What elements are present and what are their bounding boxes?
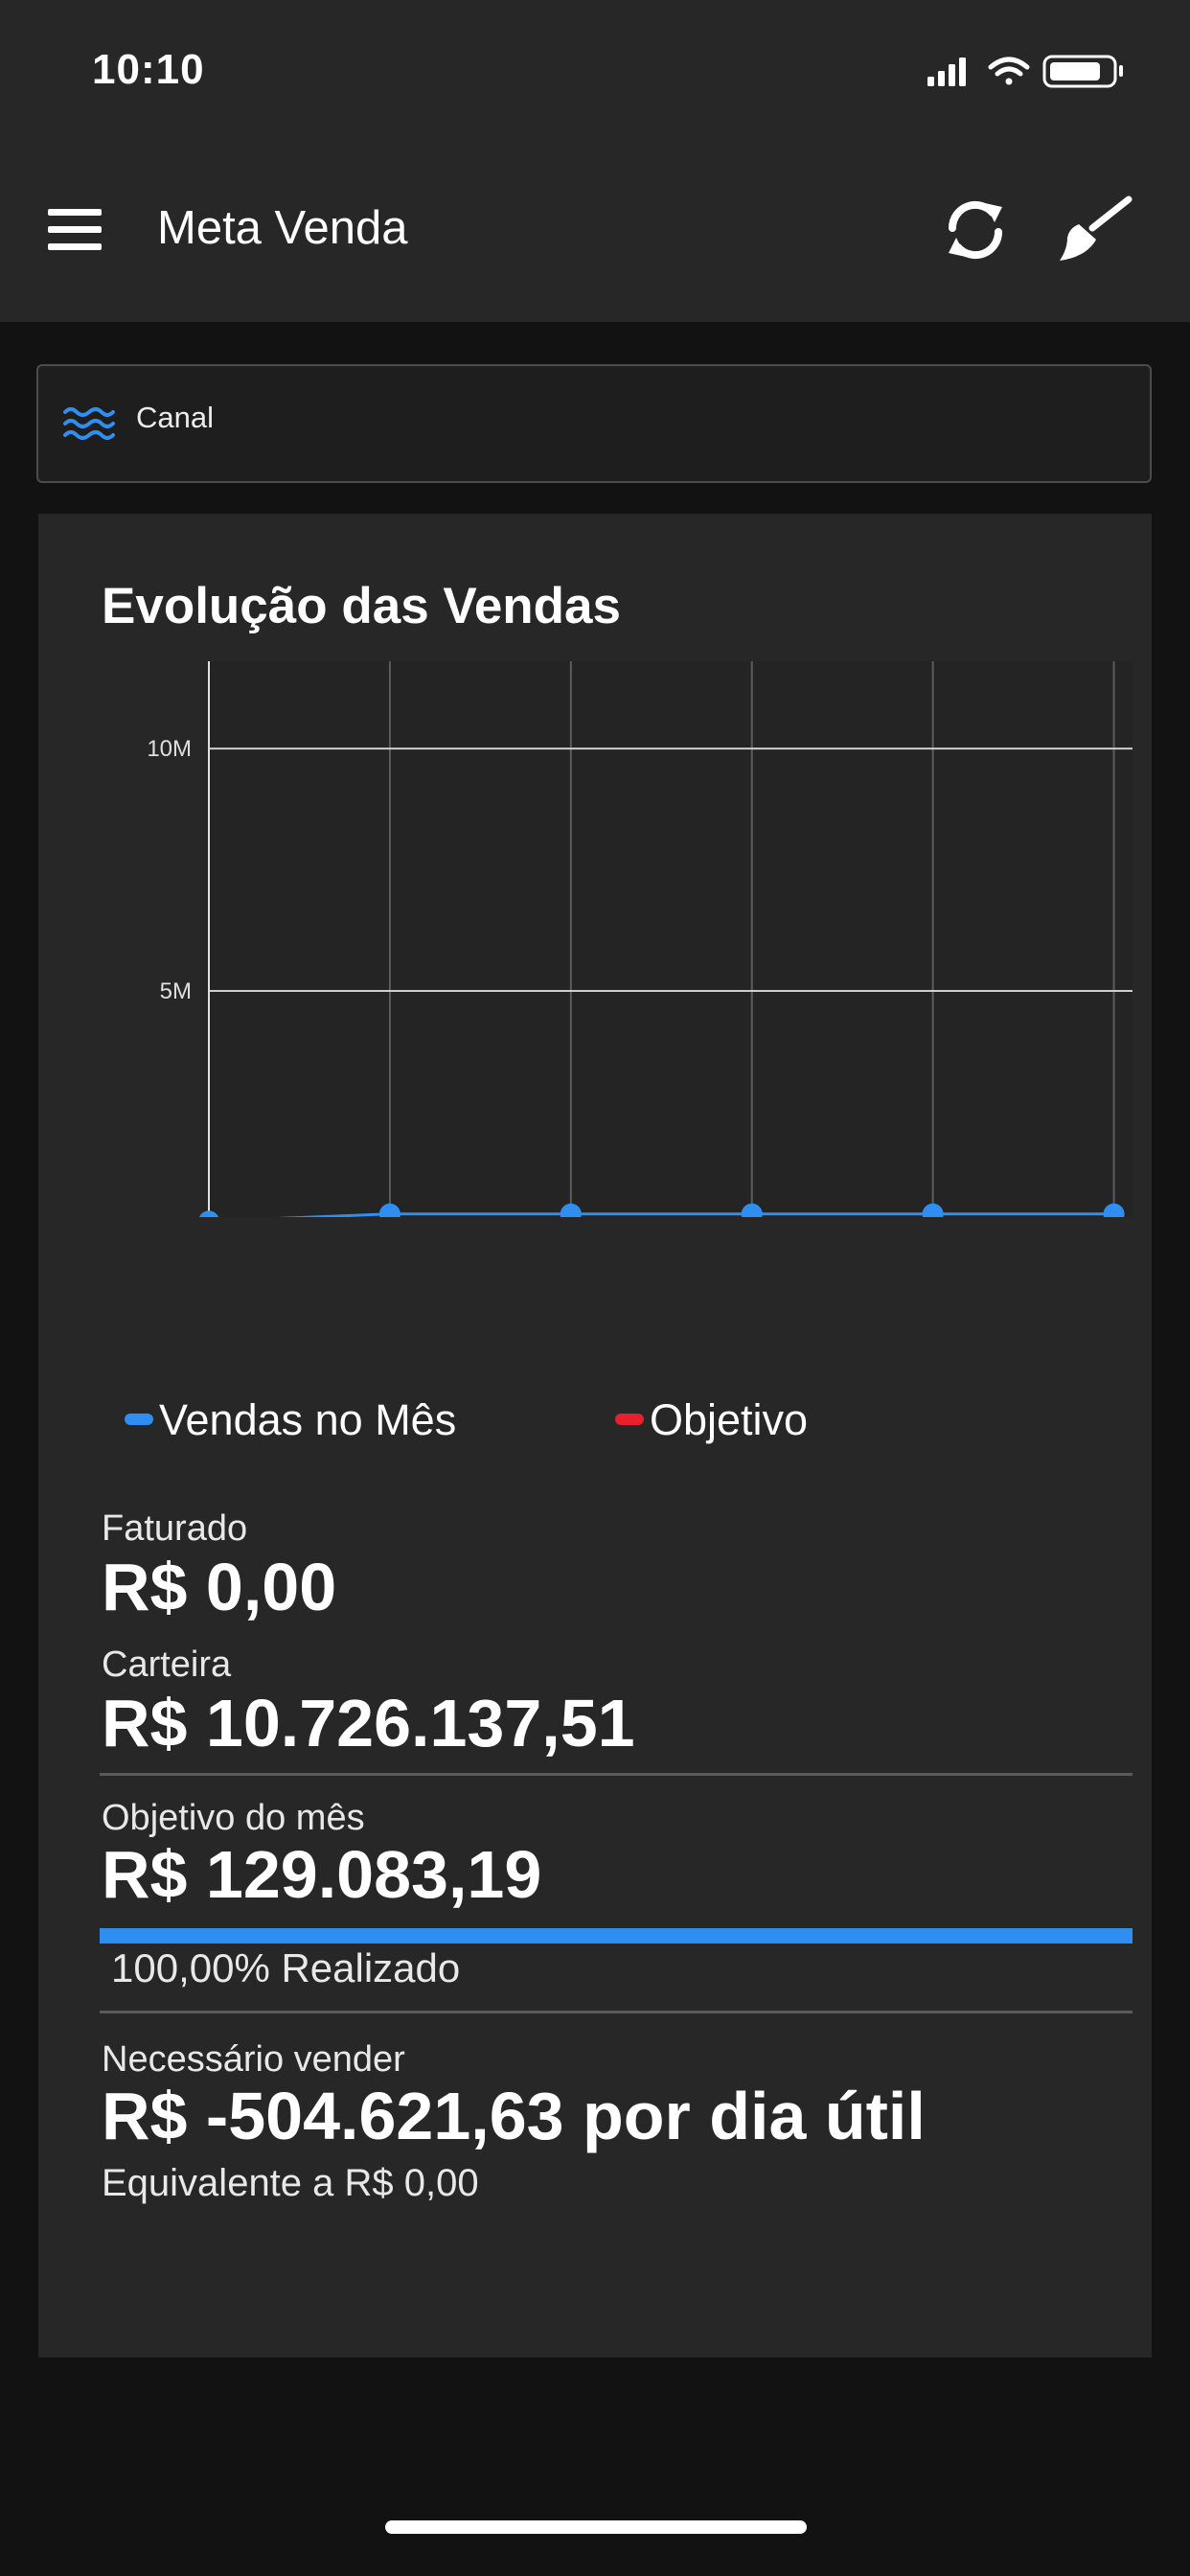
refresh-icon[interactable] (943, 197, 1008, 263)
status-icons (927, 55, 1123, 88)
wifi-icon (988, 57, 1030, 85)
waves-icon (63, 407, 115, 440)
home-indicator (385, 2520, 807, 2534)
status-bar: 10:10 (0, 0, 1190, 153)
plot-area (209, 661, 1133, 1217)
battery-icon (1042, 55, 1123, 88)
faturado-label: Faturado (102, 1508, 248, 1549)
legend-swatch-vendas (125, 1414, 153, 1426)
canal-label: Canal (136, 401, 214, 434)
necessario-sub: Equivalente a R$ 0,00 (102, 2162, 479, 2204)
divider (100, 1773, 1133, 1776)
objetivo-progress-fill (100, 1928, 1133, 1944)
objetivo-progress-bar (100, 1928, 1133, 1944)
legend-item-objetivo[interactable]: Objetivo (615, 1395, 808, 1445)
menu-icon[interactable] (48, 207, 102, 253)
legend-label-objetivo: Objetivo (650, 1395, 809, 1444)
y-tick-label: 10M (147, 736, 192, 762)
objetivo-value: R$ 129.083,19 (102, 1837, 542, 1912)
canal-filter[interactable]: Canal (36, 364, 1152, 483)
chart-title: Evolução das Vendas (102, 578, 622, 634)
sales-card: Evolução das Vendas l234565M10M Vendas n… (38, 514, 1152, 2358)
sales-evolution-chart: l234565M10M (147, 661, 1133, 1217)
status-time: 10:10 (92, 46, 205, 93)
faturado-value: R$ 0,00 (102, 1550, 337, 1624)
objetivo-progress-text: 100,00% Realizado (111, 1945, 461, 1990)
necessario-label: Necessário vender (102, 2039, 405, 2080)
carteira-value: R$ 10.726.137,51 (102, 1686, 635, 1760)
app-title: Meta Venda (157, 202, 408, 254)
carteira-label: Carteira (102, 1644, 232, 1685)
necessario-value: R$ -504.621,63 por dia útil (102, 2079, 926, 2153)
divider (100, 2011, 1133, 2013)
cellular-signal-icon (927, 58, 966, 86)
legend-label-vendas: Vendas no Mês (159, 1395, 457, 1444)
y-tick-label: 5M (160, 978, 192, 1004)
objetivo-label: Objetivo do mês (102, 1798, 365, 1838)
brush-icon[interactable] (1054, 196, 1134, 264)
legend-swatch-objetivo (615, 1414, 644, 1426)
legend-item-vendas[interactable]: Vendas no Mês (125, 1395, 456, 1445)
